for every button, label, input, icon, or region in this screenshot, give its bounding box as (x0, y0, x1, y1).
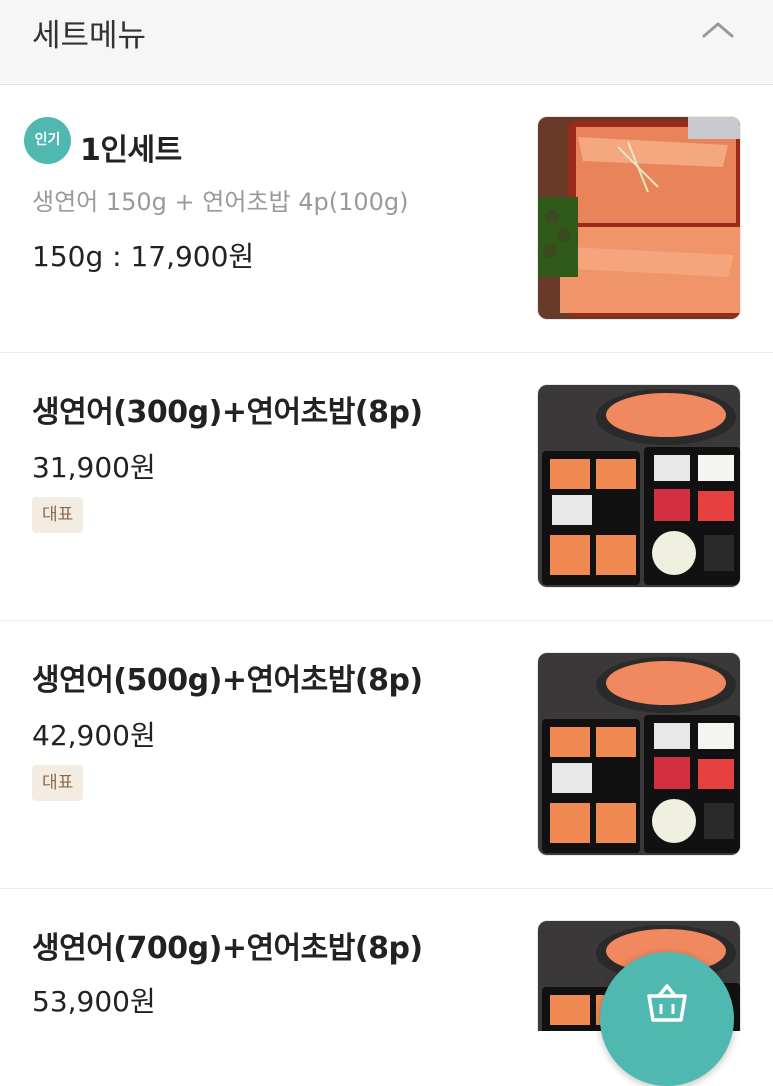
menu-item-photo (537, 652, 741, 856)
menu-item-name: 1인세트 (80, 133, 182, 168)
chevron-up-icon[interactable] (700, 18, 736, 42)
menu-item-photo (537, 384, 741, 588)
menu-item[interactable]: 생연어(300g)+연어초밥(8p) 31,900원 대표 (0, 353, 773, 621)
representative-tag: 대표 (32, 765, 84, 801)
section-title: 세트메뉴 (32, 18, 147, 54)
menu-item-photo (537, 116, 741, 320)
cart-button[interactable] (600, 952, 734, 1086)
menu-item-description: 생연어 150g + 연어초밥 4p(100g) (32, 188, 409, 216)
shopping-basket-icon (647, 984, 687, 1022)
representative-tag: 대표 (32, 497, 84, 533)
menu-item-price: 31,900원 (32, 451, 156, 484)
menu-item[interactable]: 인기 1인세트 생연어 150g + 연어초밥 4p(100g) 150g : … (0, 85, 773, 353)
menu-item-name: 생연어(700g)+연어초밥(8p) (32, 931, 423, 966)
menu-item-price: 150g : 17,900원 (32, 240, 255, 273)
menu-item[interactable]: 생연어(500g)+연어초밥(8p) 42,900원 대표 (0, 621, 773, 889)
menu-item-name: 생연어(500g)+연어초밥(8p) (32, 663, 423, 698)
menu-item-name: 생연어(300g)+연어초밥(8p) (32, 395, 423, 430)
menu-item-price: 53,900원 (32, 985, 156, 1018)
menu-item-price: 42,900원 (32, 719, 156, 752)
section-header[interactable]: 세트메뉴 (0, 0, 773, 85)
popular-badge: 인기 (24, 117, 71, 164)
